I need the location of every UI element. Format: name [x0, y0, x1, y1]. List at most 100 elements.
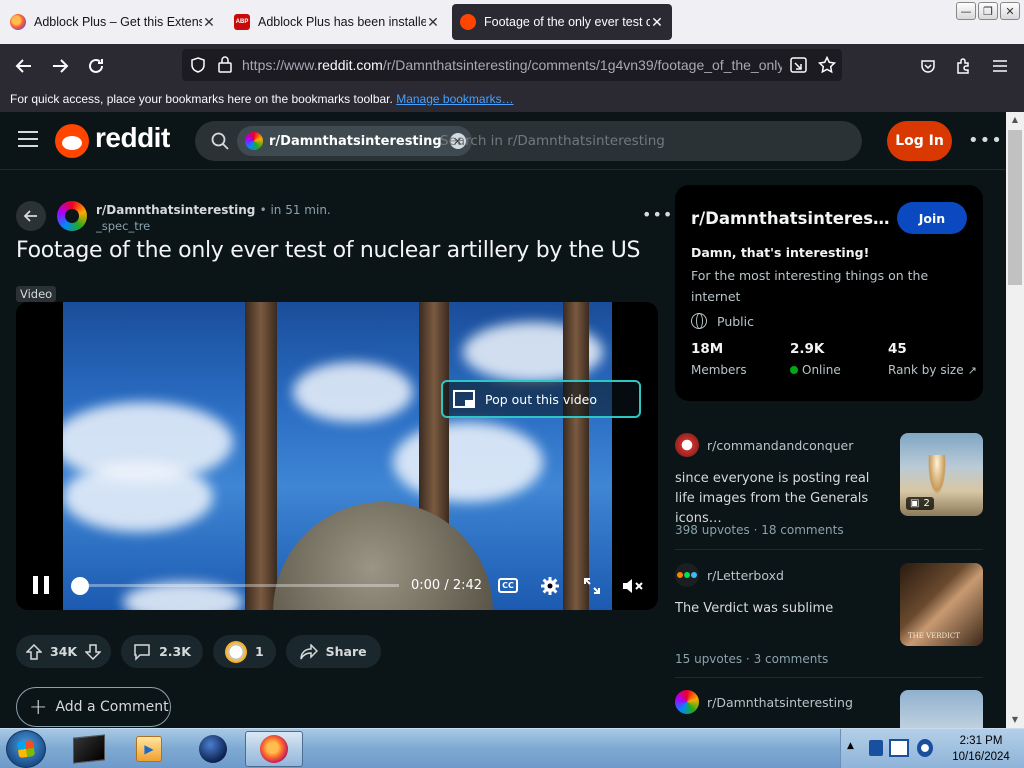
- stat-label-row[interactable]: Rank by size ↗: [888, 363, 977, 377]
- award-icon: [224, 640, 247, 663]
- tray-network-icon[interactable]: [889, 739, 909, 757]
- fullscreen-icon[interactable]: [581, 576, 603, 596]
- star-icon[interactable]: [818, 56, 836, 74]
- terminal-icon: [73, 734, 105, 764]
- post-subreddit-link[interactable]: r/Damnthatsinteresting: [96, 203, 255, 217]
- related-post-thumbnail[interactable]: THE VERDICT: [900, 563, 983, 646]
- subreddit-avatar[interactable]: [57, 201, 87, 231]
- mute-icon[interactable]: [622, 576, 644, 596]
- gallery-icon: ▣: [910, 498, 920, 509]
- post-author[interactable]: _spec_tre: [96, 219, 150, 233]
- search-scope-label: r/Damnthatsinteresting: [269, 133, 442, 149]
- related-subreddit[interactable]: r/Letterboxd: [707, 568, 784, 583]
- visibility-label: Public: [717, 313, 754, 329]
- close-icon[interactable]: ✕: [650, 14, 664, 31]
- tray-shield-icon[interactable]: [869, 740, 883, 756]
- add-comment-button[interactable]: + Add a Comment: [16, 687, 171, 727]
- tab-adblock-extension[interactable]: Adblock Plus – Get this Extensio ✕: [2, 4, 224, 40]
- reload-button[interactable]: [82, 52, 110, 80]
- related-post[interactable]: r/Letterboxd The Verdict was sublime 15 …: [675, 563, 983, 673]
- tab-title: Adblock Plus – Get this Extensio: [34, 15, 202, 29]
- browser-tab-bar: Adblock Plus – Get this Extensio ✕ ABP A…: [0, 0, 1024, 44]
- lock-icon[interactable]: [218, 56, 232, 73]
- tab-adblock-installed[interactable]: ABP Adblock Plus has been installed! ✕: [226, 4, 448, 40]
- hamburger-icon: [993, 60, 1007, 72]
- related-subreddit[interactable]: r/commandandconquer: [707, 438, 853, 453]
- search-bar[interactable]: r/Damnthatsinteresting ✕ Search in r/Dam…: [195, 121, 862, 161]
- taskbar-app[interactable]: [60, 731, 118, 767]
- meta-separator: ·: [745, 652, 750, 666]
- back-to-feed-button[interactable]: [16, 201, 46, 231]
- stat-label-row: Online: [790, 363, 841, 377]
- stat-label: Members: [691, 363, 747, 377]
- taskbar-app[interactable]: [184, 731, 242, 767]
- meta-separator: ·: [753, 523, 758, 537]
- taskbar-clock[interactable]: 2:31 PM 10/16/2024: [941, 733, 1021, 765]
- related-subreddit[interactable]: r/Damnthatsinteresting: [707, 695, 853, 710]
- community-title[interactable]: r/Damnthatsinteresting: [691, 209, 891, 228]
- puzzle-icon: [957, 58, 969, 74]
- external-link-icon: ↗: [967, 363, 977, 377]
- windows-start-icon[interactable]: [6, 730, 46, 768]
- search-scope-chip[interactable]: r/Damnthatsinteresting ✕: [237, 126, 472, 156]
- tray-expand-icon[interactable]: ▲: [847, 741, 854, 751]
- related-post-thumbnail[interactable]: ▣ 2: [900, 433, 983, 516]
- stat-value: 18M: [691, 341, 724, 357]
- close-icon[interactable]: ✕: [426, 14, 440, 31]
- related-post[interactable]: r/Damnthatsinteresting: [675, 690, 983, 728]
- url-path: /r/Damnthatsinteresting/comments/1g4vn39…: [382, 57, 782, 73]
- restore-button[interactable]: ❐: [978, 2, 998, 20]
- tab-reddit-post[interactable]: Footage of the only ever test of ✕: [452, 4, 672, 40]
- reddit-header: reddit r/Damnthatsinteresting ✕ Search i…: [0, 112, 1006, 170]
- related-post-title[interactable]: The Verdict was sublime: [675, 599, 887, 619]
- extensions-button[interactable]: [950, 52, 978, 80]
- bookmarks-toolbar: For quick access, place your bookmarks h…: [0, 86, 1024, 112]
- scroll-down-arrow-icon[interactable]: ▼: [1006, 712, 1024, 728]
- close-icon[interactable]: ✕: [202, 14, 216, 31]
- tray-volume-icon[interactable]: [917, 739, 933, 757]
- related-post[interactable]: r/commandandconquer since everyone is po…: [675, 433, 983, 543]
- award-button[interactable]: 1: [212, 635, 276, 668]
- video-player[interactable]: [16, 302, 658, 610]
- scroll-thumb[interactable]: [1008, 130, 1022, 285]
- taskbar-app[interactable]: ▶: [120, 731, 178, 767]
- post-flair[interactable]: Video: [16, 286, 57, 302]
- more-options-icon[interactable]: •••: [968, 130, 1003, 151]
- pocket-button[interactable]: [914, 52, 942, 80]
- url-text[interactable]: https://www.reddit.com/r/Damnthatsintere…: [242, 57, 782, 73]
- video-progress-thumb[interactable]: [71, 577, 89, 595]
- back-button[interactable]: [10, 52, 38, 80]
- reddit-wordmark[interactable]: reddit: [95, 122, 170, 154]
- shield-icon[interactable]: [190, 57, 206, 73]
- menu-icon[interactable]: [18, 131, 38, 149]
- scroll-up-arrow-icon[interactable]: ▲: [1006, 112, 1024, 128]
- join-button[interactable]: Join: [897, 202, 967, 234]
- login-button[interactable]: Log In: [887, 121, 952, 161]
- settings-gear-icon[interactable]: [539, 576, 561, 596]
- share-button[interactable]: Share: [285, 635, 381, 668]
- pop-out-video-button[interactable]: Pop out this video: [441, 380, 641, 418]
- minimize-button[interactable]: —: [956, 2, 976, 20]
- downvote-icon[interactable]: [85, 643, 102, 660]
- reddit-logo-icon[interactable]: [55, 124, 89, 158]
- pause-icon[interactable]: [33, 576, 49, 594]
- app-menu-button[interactable]: [986, 52, 1014, 80]
- video-progress-bar[interactable]: [79, 584, 399, 587]
- related-post-title[interactable]: since everyone is posting real life imag…: [675, 469, 887, 529]
- url-bar[interactable]: https://www.reddit.com/r/Damnthatsintere…: [182, 49, 842, 81]
- comments-button[interactable]: 2.3K: [121, 635, 203, 668]
- taskbar-app-firefox[interactable]: [245, 731, 303, 767]
- captions-icon[interactable]: CC: [498, 578, 518, 593]
- related-upvotes: 15 upvotes: [675, 652, 743, 666]
- video-frame[interactable]: [63, 302, 612, 610]
- post-more-options-icon[interactable]: •••: [642, 205, 673, 224]
- close-window-button[interactable]: ✕: [1000, 2, 1020, 20]
- window-controls: — ❐ ✕: [956, 2, 1020, 20]
- search-input[interactable]: Search in r/Damnthatsinteresting: [440, 133, 665, 149]
- related-post-thumbnail[interactable]: [900, 690, 983, 728]
- forward-button[interactable]: [46, 52, 74, 80]
- upvote-icon[interactable]: [26, 643, 42, 660]
- reader-view-icon[interactable]: [790, 57, 807, 73]
- manage-bookmarks-link[interactable]: Manage bookmarks…: [396, 92, 513, 106]
- page-scrollbar[interactable]: ▲ ▼: [1006, 112, 1024, 728]
